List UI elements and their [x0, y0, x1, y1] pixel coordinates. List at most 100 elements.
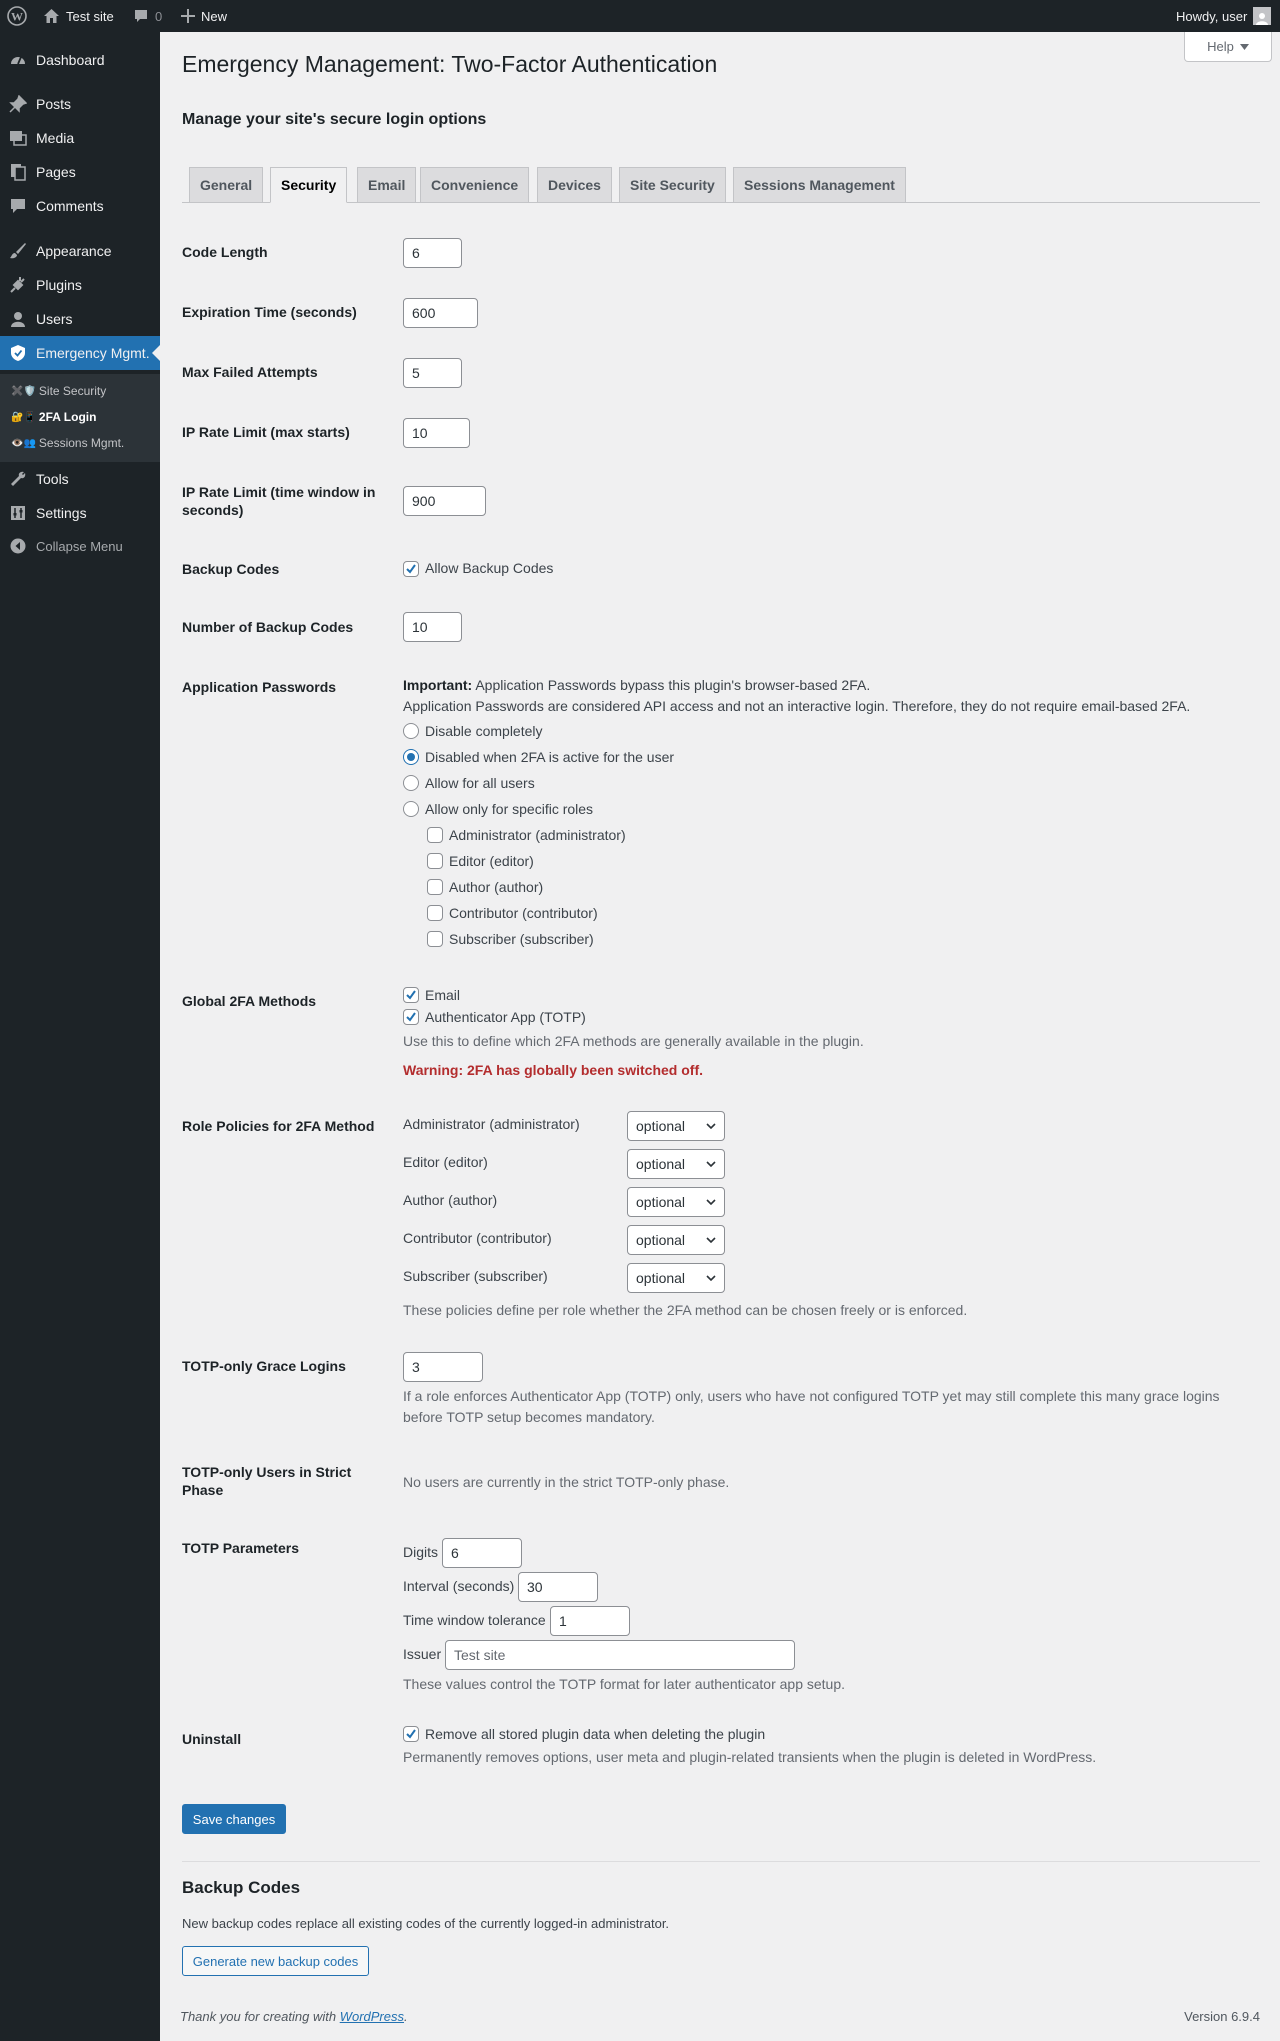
- method-label: Email: [425, 987, 461, 1003]
- save-changes-button[interactable]: Save changes: [182, 1804, 286, 1834]
- tab-security[interactable]: Security: [270, 167, 348, 203]
- digits-label: Digits: [403, 1544, 439, 1560]
- eye-users-icon: 👁️👥: [11, 437, 36, 449]
- chevron-down-icon: [706, 1123, 716, 1129]
- policy-role-label: Author (author): [403, 1192, 498, 1208]
- sidebar-item-posts[interactable]: Posts: [0, 87, 160, 121]
- sidebar-item-dashboard[interactable]: Dashboard: [0, 43, 160, 77]
- new-content-link[interactable]: New: [181, 0, 227, 32]
- code-length-input[interactable]: 6: [403, 238, 462, 268]
- user-account-menu[interactable]: Howdy, user: [1176, 0, 1272, 32]
- method-totp-checkbox[interactable]: [403, 1009, 419, 1025]
- wrench-icon: [0, 470, 36, 488]
- section-divider: [182, 1861, 1260, 1862]
- issuer-label: Issuer: [403, 1646, 442, 1662]
- wordpress-link[interactable]: WordPress: [340, 2009, 404, 2024]
- num-backup-codes-input[interactable]: 10: [403, 612, 462, 642]
- role-checkbox-contributor[interactable]: [427, 905, 443, 921]
- collapse-menu-label: Collapse Menu: [36, 538, 123, 554]
- sidebar-item-emergency-mgmt[interactable]: Emergency Mgmt.: [0, 336, 160, 370]
- footer-thanks: Thank you for creating with WordPress.: [180, 2009, 408, 2024]
- sidebar-item-label: Emergency Mgmt.: [36, 345, 150, 361]
- shield-icon: [0, 344, 36, 362]
- collapse-menu-button[interactable]: Collapse Menu: [0, 529, 160, 563]
- tab-site-security[interactable]: Site Security: [619, 167, 726, 203]
- plus-icon: [181, 9, 195, 23]
- site-security-icon: ✖️🛡️: [11, 385, 36, 397]
- settings-icon: [0, 504, 36, 522]
- allow-backup-codes-checkbox[interactable]: [403, 561, 419, 577]
- expiration-input[interactable]: 600: [403, 298, 478, 328]
- role-checkbox-label: Administrator (administrator): [449, 827, 626, 843]
- tolerance-input[interactable]: 1: [550, 1606, 630, 1636]
- totp-params-label: TOTP Parameters: [182, 1540, 299, 1556]
- help-label: Help: [1207, 39, 1234, 54]
- role-checkbox-administrator[interactable]: [427, 827, 443, 843]
- global-methods-label: Global 2FA Methods: [182, 993, 317, 1009]
- interval-input[interactable]: 30: [518, 1572, 598, 1602]
- sidebar-item-label: Tools: [36, 471, 69, 487]
- sidebar-item-users[interactable]: Users: [0, 302, 160, 336]
- grace-logins-input[interactable]: 3: [403, 1352, 483, 1382]
- wordpress-logo-icon[interactable]: W: [7, 0, 27, 32]
- submenu-item-site-security[interactable]: ✖️🛡️ Site Security: [11, 384, 106, 398]
- radio-disable-completely[interactable]: [403, 723, 419, 739]
- sidebar-item-media[interactable]: Media: [0, 121, 160, 155]
- sidebar-item-tools[interactable]: Tools: [0, 462, 160, 496]
- radio-allow-all-users[interactable]: [403, 775, 419, 791]
- radio-allow-specific-roles[interactable]: [403, 801, 419, 817]
- ip-rate-window-input[interactable]: 900: [403, 486, 486, 516]
- policy-select-editor[interactable]: optional: [627, 1149, 725, 1179]
- site-name: Test site: [66, 8, 114, 24]
- sidebar-item-comments[interactable]: Comments: [0, 189, 160, 223]
- policy-select-author[interactable]: optional: [627, 1187, 725, 1217]
- tab-devices[interactable]: Devices: [537, 167, 612, 203]
- tab-sessions-management[interactable]: Sessions Management: [733, 167, 906, 203]
- generate-backup-codes-button[interactable]: Generate new backup codes: [182, 1946, 369, 1976]
- comments-link[interactable]: 0: [133, 0, 162, 32]
- dashboard-icon: [0, 51, 36, 69]
- issuer-input[interactable]: Test site: [445, 1640, 795, 1670]
- sidebar-item-settings[interactable]: Settings: [0, 496, 160, 530]
- home-icon: [44, 9, 59, 23]
- remove-data-checkbox[interactable]: [403, 1726, 419, 1742]
- policy-select-administrator[interactable]: optional: [627, 1111, 725, 1141]
- role-checkbox-label: Author (author): [449, 879, 544, 895]
- chevron-down-icon: [706, 1275, 716, 1281]
- digits-input[interactable]: 6: [442, 1538, 522, 1568]
- backup-codes-desc: New backup codes replace all existing co…: [182, 1916, 670, 1931]
- tab-general[interactable]: General: [189, 167, 264, 203]
- sidebar-item-plugins[interactable]: Plugins: [0, 268, 160, 302]
- role-checkbox-editor[interactable]: [427, 853, 443, 869]
- policy-select-contributor[interactable]: optional: [627, 1225, 725, 1255]
- plug-icon: [0, 276, 36, 294]
- grace-logins-desc-2: before TOTP setup becomes mandatory.: [403, 1409, 655, 1425]
- tab-convenience[interactable]: Convenience: [420, 167, 530, 203]
- global-methods-desc: Use this to define which 2FA methods are…: [403, 1033, 864, 1049]
- site-name-link[interactable]: Test site: [43, 0, 114, 32]
- sidebar-item-label: Appearance: [36, 243, 112, 259]
- pin-icon: [0, 95, 36, 113]
- new-label: New: [201, 8, 228, 24]
- policy-select-subscriber[interactable]: optional: [627, 1263, 725, 1293]
- sidebar-item-label: Pages: [36, 164, 76, 180]
- method-email-checkbox[interactable]: [403, 987, 419, 1003]
- help-button[interactable]: Help: [1184, 32, 1272, 62]
- max-failed-input[interactable]: 5: [403, 358, 462, 388]
- tab-email[interactable]: Email: [357, 167, 417, 203]
- policy-role-label: Contributor (contributor): [403, 1230, 552, 1246]
- sidebar-item-label: Settings: [36, 505, 87, 521]
- ip-rate-starts-input[interactable]: 10: [403, 418, 470, 448]
- sidebar-item-appearance[interactable]: Appearance: [0, 234, 160, 268]
- policy-role-label: Administrator (administrator): [403, 1116, 580, 1132]
- app-passwords-note: Application Passwords are considered API…: [403, 698, 1191, 714]
- sidebar-item-label: Dashboard: [36, 52, 105, 68]
- submenu-item-sessions-mgmt[interactable]: 👁️👥 Sessions Mgmt.: [11, 436, 124, 450]
- submenu-item-2fa-login[interactable]: 🔐📱 2FA Login: [11, 410, 96, 424]
- interval-label: Interval (seconds): [403, 1578, 515, 1594]
- role-checkbox-subscriber[interactable]: [427, 931, 443, 947]
- allow-backup-codes-label: Allow Backup Codes: [425, 560, 554, 576]
- radio-disabled-when-2fa-active[interactable]: [403, 749, 419, 765]
- role-checkbox-author[interactable]: [427, 879, 443, 895]
- sidebar-item-pages[interactable]: Pages: [0, 155, 160, 189]
